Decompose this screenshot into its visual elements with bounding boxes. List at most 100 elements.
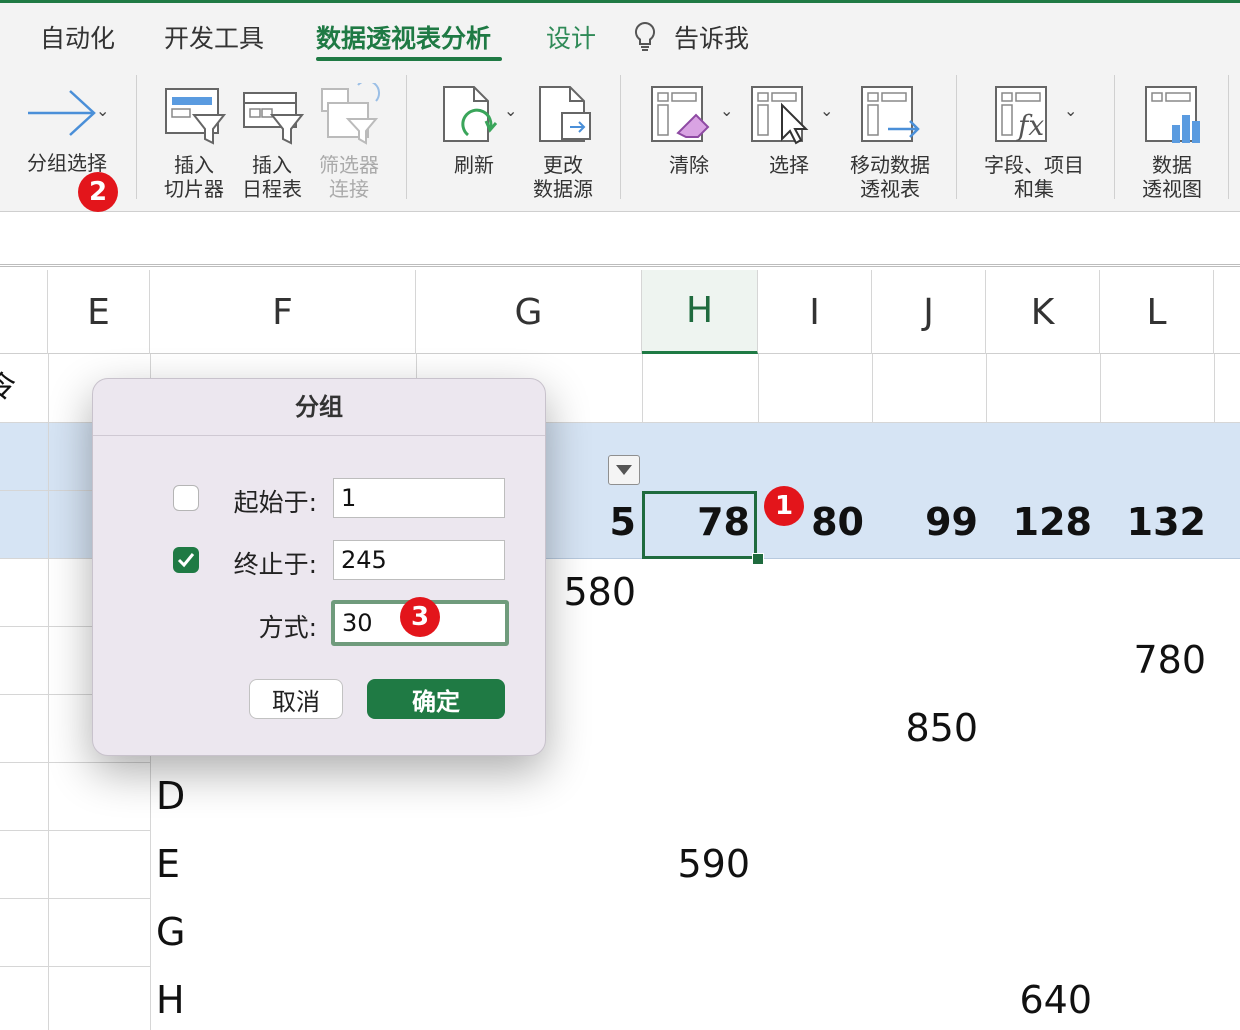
svg-text:fx: fx	[1016, 109, 1044, 142]
grid-line	[1100, 354, 1101, 422]
insert-slicer-button[interactable]: 插入 切片器	[158, 81, 230, 201]
ribbon-separator	[620, 75, 621, 199]
column-header-blank[interactable]	[0, 270, 48, 354]
column-header-g[interactable]: G	[416, 270, 642, 354]
chevron-down-icon: ⌄	[720, 101, 734, 120]
step-badge-2: 2	[78, 172, 118, 212]
pivot-header-value[interactable]: 5	[560, 500, 636, 544]
cell-value[interactable]: 850	[878, 706, 978, 750]
row-label[interactable]: G	[156, 910, 185, 954]
column-header-l[interactable]: L	[1100, 270, 1214, 354]
filter-dropdown-button[interactable]	[608, 455, 640, 485]
active-tab-indicator	[316, 57, 502, 61]
change-source-icon	[539, 86, 591, 142]
pivot-chart-label: 数据 透视图	[1142, 153, 1202, 201]
grid-line	[872, 354, 873, 422]
tab-developer[interactable]: 开发工具	[164, 19, 264, 55]
end-label: 终止于:	[233, 550, 317, 579]
column-header-i[interactable]: I	[758, 270, 872, 354]
grid-line	[0, 966, 150, 967]
select-cursor-icon	[751, 86, 809, 145]
row-label[interactable]: D	[156, 774, 185, 818]
refresh-button[interactable]: ⌄ 刷新	[432, 81, 522, 201]
move-pivot-label: 移动数据 透视表	[850, 153, 930, 201]
insert-timeline-button[interactable]: 插入 日程表	[236, 81, 308, 201]
grouping-dialog: 分组 起始于: 1 终止于: 245 方式: 30 取消 确定	[92, 378, 546, 756]
tab-pivot-analyze[interactable]: 数据透视表分析	[316, 19, 491, 55]
column-header-k[interactable]: K	[986, 270, 1100, 354]
column-header-h[interactable]: H	[642, 270, 758, 354]
grid-line	[0, 830, 150, 831]
refresh-icon	[443, 86, 498, 142]
move-pivot-button[interactable]: 移动数据 透视表	[840, 81, 940, 201]
ribbon-separator	[1114, 75, 1115, 199]
grid-line	[642, 354, 643, 422]
move-table-icon	[861, 86, 920, 142]
cell-value[interactable]: 780	[1106, 638, 1206, 682]
ok-button[interactable]: 确定	[367, 679, 505, 719]
cancel-button[interactable]: 取消	[249, 679, 343, 719]
timeline-icon	[243, 92, 304, 145]
column-header-j[interactable]: J	[872, 270, 986, 354]
dialog-title: 分组	[93, 379, 545, 436]
change-data-source-button[interactable]: 更改 数据源	[526, 81, 600, 201]
start-field[interactable]: 1	[333, 478, 505, 518]
filter-connections-button[interactable]: 筛选器 连接	[312, 81, 386, 201]
change-data-source-label: 更改 数据源	[533, 153, 593, 201]
column-header-f[interactable]: F	[150, 270, 416, 354]
grid-line	[0, 898, 150, 899]
cell-value[interactable]: 640	[992, 978, 1092, 1022]
row-label[interactable]: H	[156, 978, 185, 1022]
by-label: 方式:	[258, 613, 317, 642]
cell-value[interactable]: 590	[650, 842, 750, 886]
selected-cell[interactable]	[642, 491, 757, 559]
ribbon: 自动化 开发工具 数据透视表分析 设计 告诉我 ⌄ 分组选择 插入 切片器 插入…	[0, 0, 1240, 212]
pivot-header-value[interactable]: 128	[992, 500, 1092, 544]
chevron-down-icon: ⌄	[504, 101, 518, 120]
fill-handle[interactable]	[752, 553, 764, 565]
group-selection-label: 分组选择	[27, 151, 107, 175]
clear-label: 清除	[669, 153, 709, 177]
start-label: 起始于:	[233, 488, 317, 517]
pivot-chart-button[interactable]: 数据 透视图	[1132, 81, 1212, 201]
dropdown-triangle-icon	[616, 465, 632, 475]
column-header-e[interactable]: E	[48, 270, 150, 354]
slicer-icon	[165, 88, 226, 145]
arrow-right-icon	[28, 90, 96, 136]
fields-items-sets-label: 字段、项目 和集	[984, 153, 1084, 201]
grid-line	[48, 354, 49, 1030]
insert-timeline-label: 插入 日程表	[242, 153, 302, 201]
grid-line	[986, 354, 987, 422]
end-field[interactable]: 245	[333, 540, 505, 580]
formula-fx-icon: fx	[995, 86, 1047, 142]
lightbulb-icon	[632, 21, 658, 57]
chevron-down-icon: ⌄	[820, 101, 834, 120]
ribbon-separator	[956, 75, 957, 199]
pivot-header-value[interactable]: 132	[1106, 500, 1206, 544]
clear-button[interactable]: ⌄ 清除	[644, 81, 740, 201]
column-headers: E F G H I J K L	[0, 270, 1240, 354]
step-badge-3: 3	[400, 597, 440, 637]
row-label[interactable]: E	[156, 842, 180, 886]
formula-bar[interactable]	[0, 212, 1240, 267]
select-label: 选择	[769, 153, 809, 177]
tab-automation[interactable]: 自动化	[40, 19, 115, 55]
step-badge-1: 1	[764, 486, 804, 526]
grid-line	[1214, 354, 1215, 422]
ribbon-separator	[1228, 75, 1229, 199]
grid-line	[0, 762, 150, 763]
tab-design[interactable]: 设计	[546, 19, 596, 55]
chevron-down-icon: ⌄	[96, 101, 110, 120]
ribbon-separator	[406, 75, 407, 199]
eraser-icon	[651, 86, 710, 142]
fields-items-sets-button[interactable]: fx ⌄ 字段、项目 和集	[976, 81, 1092, 201]
cell-value[interactable]: 580	[536, 570, 636, 614]
insert-slicer-label: 插入 切片器	[164, 153, 224, 201]
tab-tell-me[interactable]: 告诉我	[674, 19, 749, 55]
pivot-chart-icon	[1145, 86, 1200, 143]
pivot-header-value[interactable]: 99	[878, 500, 978, 544]
select-button[interactable]: ⌄ 选择	[744, 81, 840, 201]
refresh-label: 刷新	[454, 153, 494, 177]
chevron-down-icon: ⌄	[1064, 101, 1078, 120]
filter-connections-label: 筛选器 连接	[319, 153, 379, 201]
